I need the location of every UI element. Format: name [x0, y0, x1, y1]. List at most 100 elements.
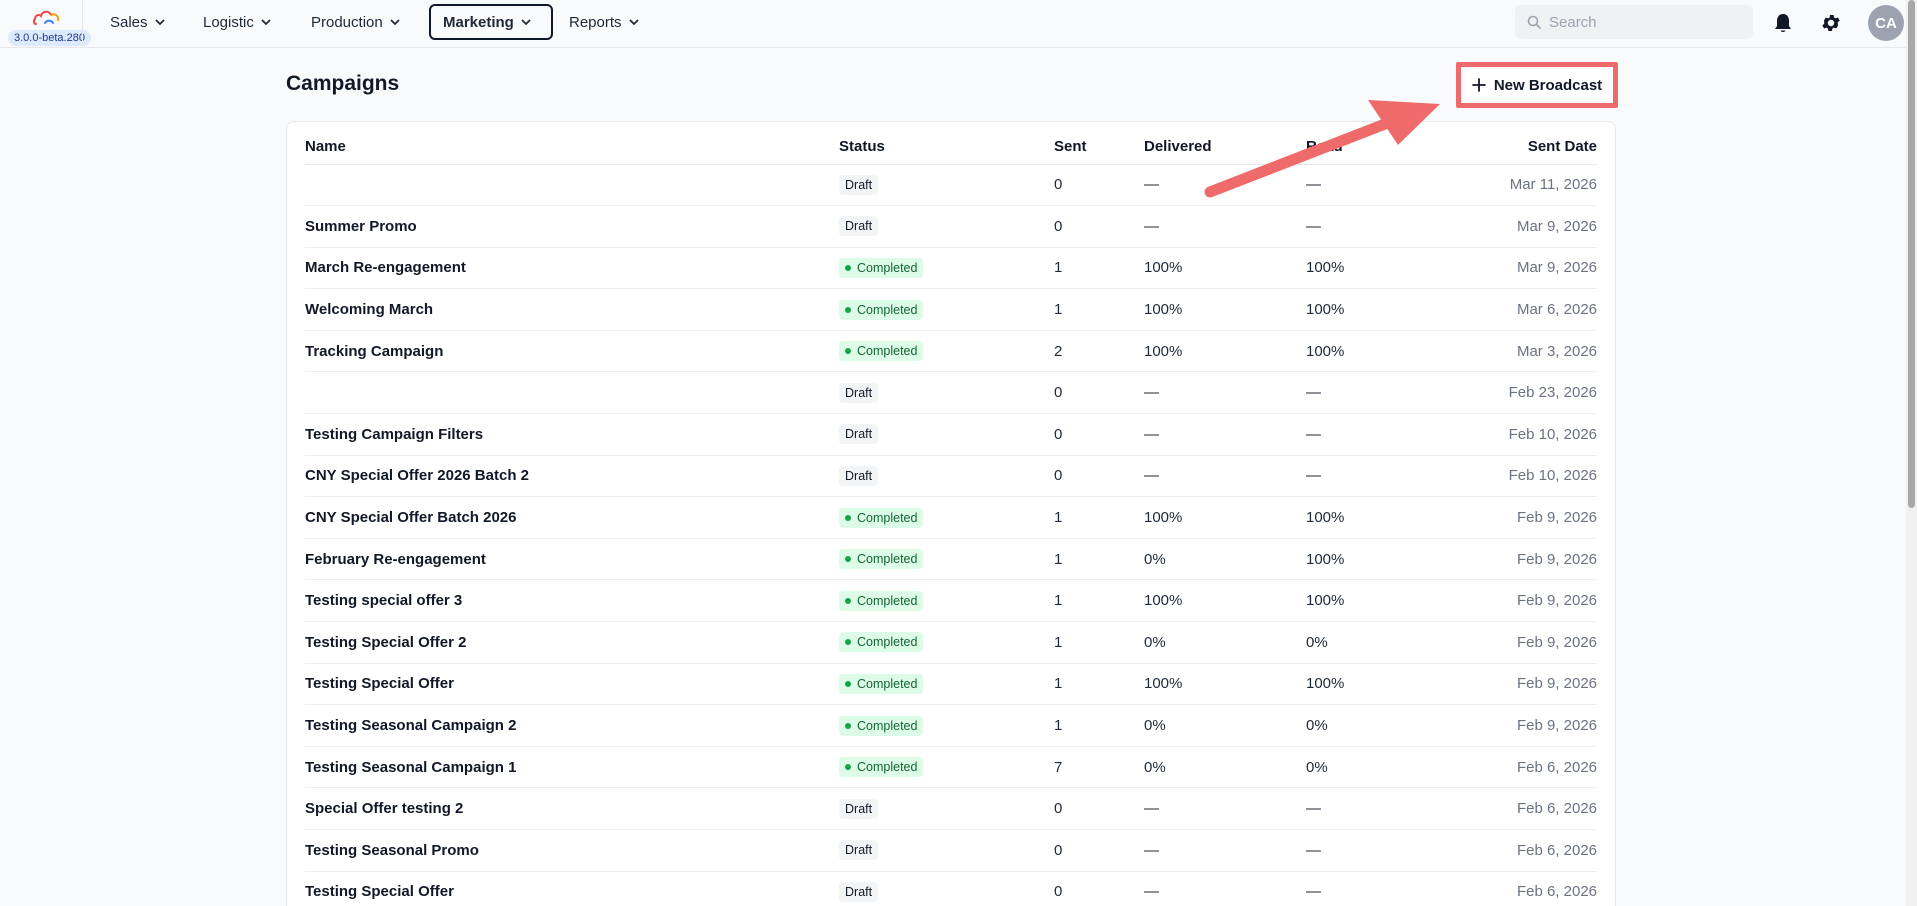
- campaign-name[interactable]: Testing Special Offer: [305, 663, 839, 706]
- table-row[interactable]: March Re-engagement Completed 1 100% 100% Mar…: [305, 247, 1597, 290]
- campaign-name[interactable]: March Re-engagement: [305, 247, 839, 290]
- column-header-delivered[interactable]: Delivered: [1144, 130, 1306, 165]
- nav-sales[interactable]: Sales: [98, 4, 178, 40]
- search-input[interactable]: [1549, 13, 1739, 31]
- campaign-name[interactable]: Testing Campaign Filters: [305, 413, 839, 456]
- new-broadcast-label: New Broadcast: [1493, 76, 1603, 94]
- campaign-name[interactable]: Testing Seasonal Promo: [305, 829, 839, 872]
- table-row[interactable]: Testing Seasonal Campaign 2 Completed 1 0% 0…: [305, 704, 1597, 747]
- delivered-rate: 100%: [1144, 663, 1306, 706]
- sent-count: 1: [1054, 704, 1144, 747]
- campaign-name[interactable]: CNY Special Offer Batch 2026: [305, 496, 839, 539]
- table-row[interactable]: Testing Campaign Filters Draft 0— — Feb 10, …: [305, 413, 1597, 456]
- notifications-button[interactable]: [1770, 10, 1796, 36]
- campaign-name[interactable]: [305, 164, 839, 207]
- column-header-name[interactable]: Name: [305, 130, 839, 165]
- read-rate: —: [1306, 455, 1456, 498]
- page-scrollbar[interactable]: [1906, 0, 1917, 906]
- status-label: Completed: [857, 760, 918, 775]
- campaign-name[interactable]: Special Offer testing 2: [305, 787, 839, 830]
- sent-count: 0: [1054, 413, 1144, 456]
- column-header-read[interactable]: Read: [1306, 130, 1456, 165]
- delivered-rate: 0%: [1144, 538, 1306, 581]
- sent-date: Mar 11, 2026: [1456, 164, 1597, 207]
- user-avatar[interactable]: CA: [1868, 5, 1904, 41]
- settings-button[interactable]: [1818, 10, 1844, 36]
- table-row[interactable]: Draft 0— — Mar 11, 2026: [305, 164, 1597, 207]
- campaign-name[interactable]: CNY Special Offer 2026 Batch 2: [305, 455, 839, 498]
- table-row[interactable]: Testing Seasonal Promo Draft 0— — Feb 6, 202…: [305, 829, 1597, 872]
- column-header-sent[interactable]: Sent: [1054, 130, 1144, 165]
- read-rate: 100%: [1306, 538, 1456, 581]
- status-label: Completed: [857, 635, 918, 650]
- status-cell: Completed: [839, 247, 1054, 290]
- status-badge: Draft: [839, 216, 879, 237]
- read-rate: —: [1306, 829, 1456, 872]
- cloud-logo-icon: [32, 10, 60, 25]
- table-row[interactable]: CNY Special Offer 2026 Batch 2 Draft 0— — Fe…: [305, 455, 1597, 498]
- status-cell: Draft: [839, 787, 1054, 830]
- status-badge: Completed: [839, 673, 924, 694]
- delivered-rate: 0%: [1144, 746, 1306, 789]
- table-row[interactable]: Testing Special Offer 2 Completed 1 0% 0% Feb…: [305, 621, 1597, 664]
- status-dot-icon: [845, 264, 851, 271]
- sent-count: 1: [1054, 538, 1144, 581]
- bell-icon: [1775, 14, 1791, 32]
- status-badge: Completed: [839, 341, 924, 362]
- status-dot-icon: [845, 597, 851, 604]
- sent-date: Feb 10, 2026: [1456, 455, 1597, 498]
- table-row[interactable]: February Re-engagement Completed 1 0% 100% Fe…: [305, 538, 1597, 581]
- new-broadcast-button[interactable]: New Broadcast: [1466, 70, 1608, 100]
- table-row[interactable]: Welcoming March Completed 1 100% 100% Mar 6, …: [305, 288, 1597, 331]
- search-box[interactable]: [1515, 5, 1753, 39]
- status-dot-icon: [845, 348, 851, 355]
- table-row[interactable]: Special Offer testing 2 Draft 0— — Feb 6, 20…: [305, 787, 1597, 830]
- sent-count: 7: [1054, 746, 1144, 789]
- campaign-name[interactable]: Testing Special Offer 2: [305, 621, 839, 664]
- status-badge: Completed: [839, 590, 924, 611]
- table-row[interactable]: Testing special offer 3 Completed 1 100% 100…: [305, 579, 1597, 623]
- nav-reports[interactable]: Reports: [557, 4, 652, 40]
- table-row[interactable]: Summer Promo Draft 0— — Mar 9, 2026: [305, 205, 1597, 248]
- scrollbar-thumb[interactable]: [1908, 0, 1915, 508]
- delivered-rate: —: [1144, 787, 1306, 830]
- status-cell: Completed: [839, 746, 1054, 789]
- campaign-name[interactable]: February Re-engagement: [305, 538, 839, 581]
- campaign-name[interactable]: Welcoming March: [305, 288, 839, 331]
- status-badge: Completed: [839, 257, 924, 278]
- column-header-sent-date[interactable]: Sent Date: [1456, 130, 1597, 165]
- campaign-name[interactable]: Testing Seasonal Campaign 2: [305, 704, 839, 747]
- column-header-status[interactable]: Status: [839, 130, 1054, 165]
- sent-count: 0: [1054, 164, 1144, 207]
- status-cell: Completed: [839, 288, 1054, 331]
- nav-marketing[interactable]: Marketing: [429, 4, 553, 40]
- sent-count: 0: [1054, 371, 1144, 415]
- campaign-name[interactable]: [305, 371, 839, 415]
- nav-production[interactable]: Production: [299, 4, 413, 40]
- status-badge: Completed: [839, 507, 924, 528]
- status-label: Draft: [845, 843, 873, 858]
- campaign-name[interactable]: Summer Promo: [305, 205, 839, 248]
- table-row[interactable]: Testing Special Offer Completed 1 100% 100% F…: [305, 663, 1597, 706]
- table-row[interactable]: Tracking Campaign Completed 2 100% 100% Mar 3…: [305, 330, 1597, 373]
- table-row[interactable]: Testing Seasonal Campaign 1 Completed 7 0% 0…: [305, 746, 1597, 789]
- nav-logistic[interactable]: Logistic: [191, 4, 284, 40]
- status-dot-icon: [845, 639, 851, 646]
- campaign-name[interactable]: Testing Special Offer: [305, 871, 839, 906]
- status-label: Draft: [845, 427, 873, 442]
- status-dot-icon: [845, 722, 851, 729]
- table-row[interactable]: CNY Special Offer Batch 2026 Completed 1 10…: [305, 496, 1597, 539]
- app-logo[interactable]: 3.0.0-beta.280: [6, 4, 91, 46]
- delivered-rate: 100%: [1144, 247, 1306, 290]
- delivered-rate: —: [1144, 871, 1306, 906]
- read-rate: —: [1306, 164, 1456, 207]
- read-rate: 0%: [1306, 621, 1456, 664]
- delivered-rate: —: [1144, 164, 1306, 207]
- campaign-name[interactable]: Testing special offer 3: [305, 579, 839, 623]
- campaign-name[interactable]: Testing Seasonal Campaign 1: [305, 746, 839, 789]
- table-row[interactable]: Draft 0— — Feb 23, 2026: [305, 371, 1597, 415]
- sent-date: Feb 9, 2026: [1456, 663, 1597, 706]
- read-rate: —: [1306, 871, 1456, 906]
- table-row[interactable]: Testing Special Offer Draft 0— — Feb 6, 2026: [305, 871, 1597, 906]
- campaign-name[interactable]: Tracking Campaign: [305, 330, 839, 373]
